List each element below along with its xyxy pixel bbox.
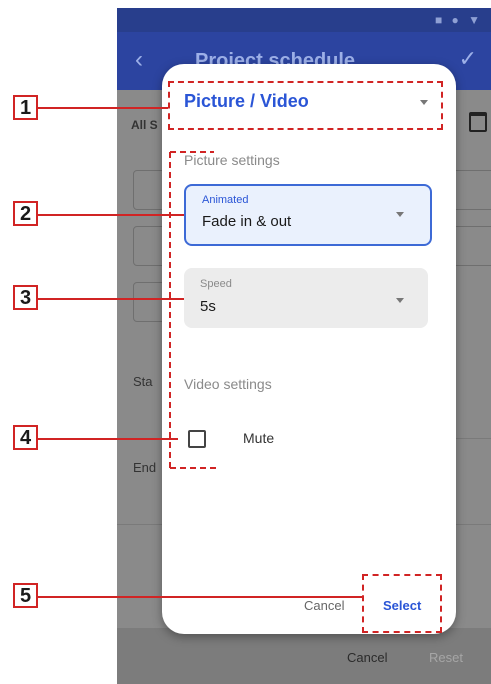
start-label: Sta [133, 374, 153, 389]
callout-number-4: 4 [13, 425, 38, 450]
bottom-cancel-button[interactable]: Cancel [347, 650, 387, 665]
cancel-button[interactable]: Cancel [304, 598, 344, 613]
bottom-bar: Cancel Reset [117, 628, 491, 684]
mute-label: Mute [243, 430, 275, 446]
callout-number-2: 2 [13, 201, 38, 226]
callout-number-5: 5 [13, 583, 38, 608]
status-bar: ■ ● ▼ [117, 8, 491, 32]
leader-line-2 [38, 214, 184, 216]
check-icon[interactable]: ✓ [459, 46, 477, 72]
leader-line-3 [38, 298, 184, 300]
calendar-icon[interactable] [469, 112, 487, 132]
callout-box-5 [362, 574, 442, 633]
dropdown-caret-icon [396, 212, 404, 217]
bottom-reset-button[interactable]: Reset [429, 650, 463, 665]
dropdown-caret-icon [396, 298, 404, 303]
callout-bracket-2 [169, 151, 218, 469]
callout-box-1 [168, 81, 443, 130]
end-label: End [133, 460, 157, 475]
leader-line-5 [38, 596, 362, 598]
leader-line-1 [38, 107, 168, 109]
callout-number-3: 3 [13, 285, 38, 310]
status-icons: ■ ● ▼ [434, 13, 483, 27]
all-label: All S [131, 118, 158, 132]
back-arrow-icon[interactable]: ‹ [135, 46, 143, 74]
leader-line-4 [38, 438, 178, 440]
callout-number-1: 1 [13, 95, 38, 120]
